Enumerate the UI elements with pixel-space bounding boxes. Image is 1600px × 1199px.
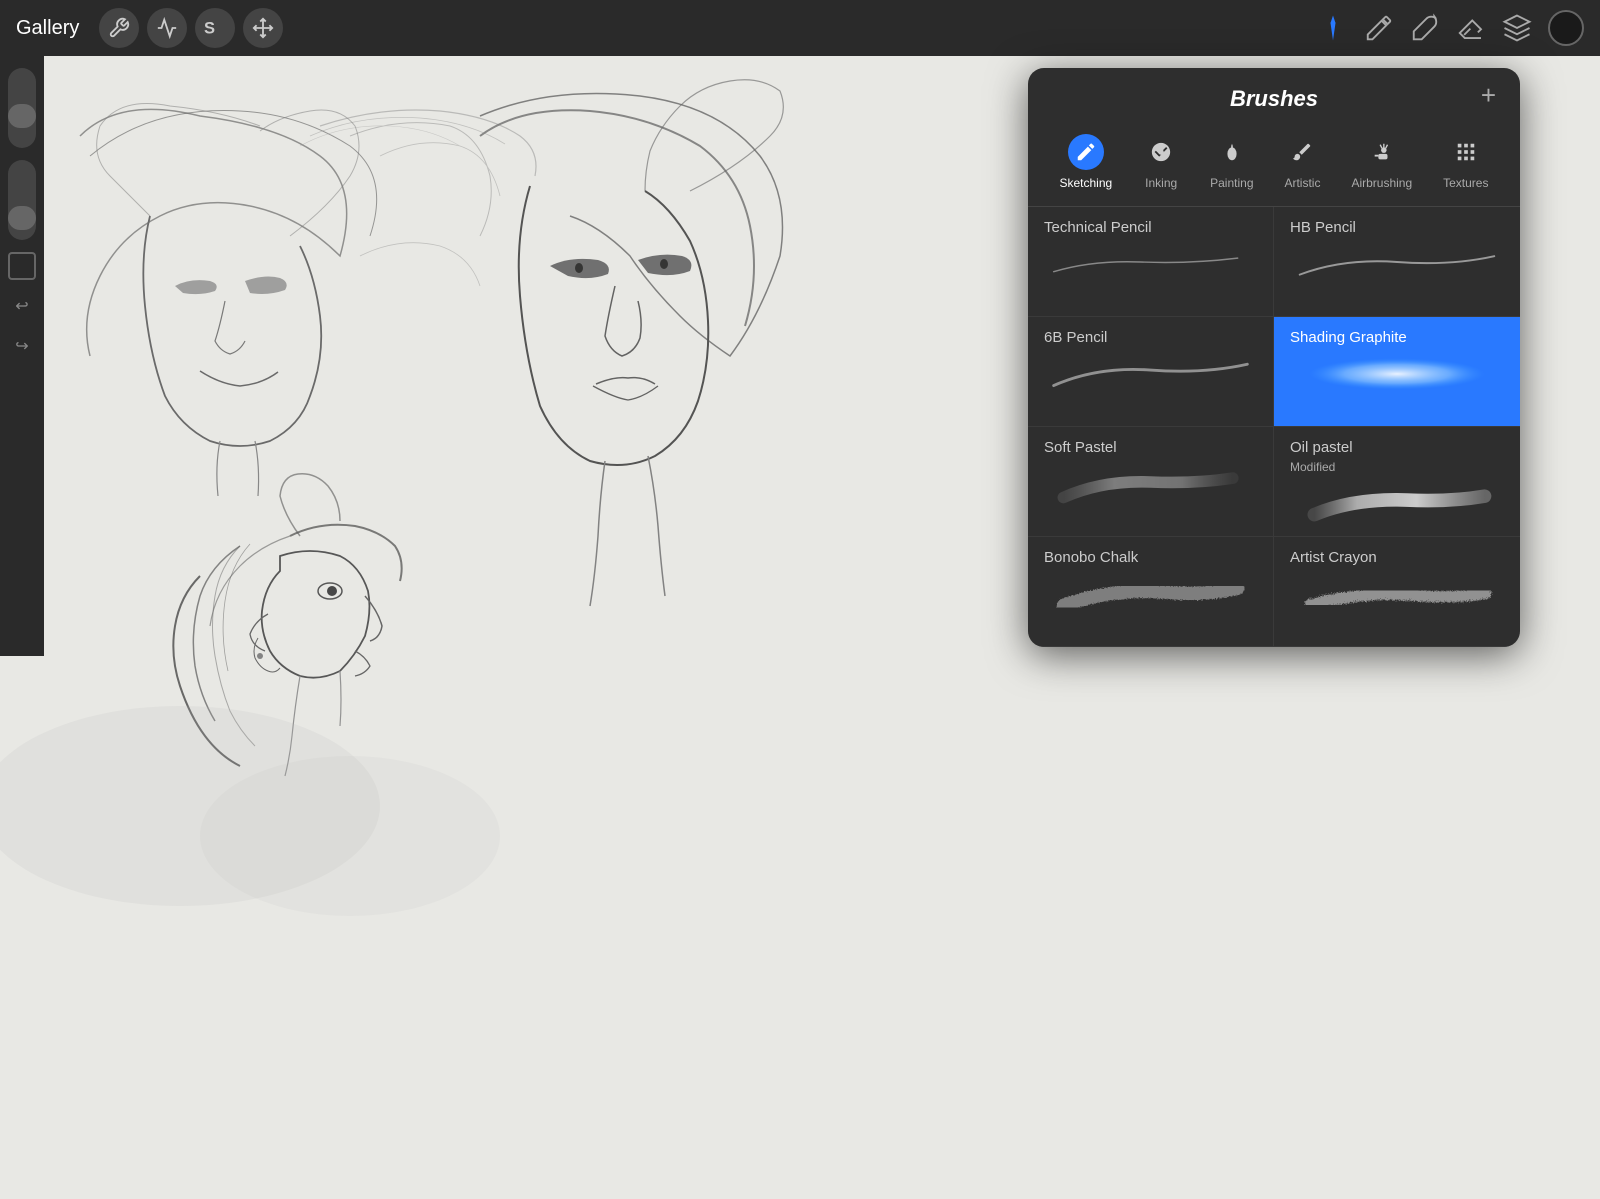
- 6b-pencil-stroke: [1044, 350, 1257, 394]
- left-sidebar: ↩ ↪: [0, 56, 44, 656]
- tab-textures[interactable]: Textures: [1435, 130, 1496, 194]
- brush-soft-pastel[interactable]: Soft Pastel: [1028, 427, 1274, 537]
- painting-label: Painting: [1210, 176, 1253, 190]
- tab-sketching[interactable]: Sketching: [1051, 130, 1120, 194]
- redo-arrow[interactable]: ↪: [8, 332, 36, 360]
- textures-icon: [1448, 134, 1484, 170]
- sketching-label: Sketching: [1059, 176, 1112, 190]
- airbrushing-label: Airbrushing: [1351, 176, 1412, 190]
- painting-icon: [1214, 134, 1250, 170]
- shading-graphite-stroke: [1290, 350, 1504, 394]
- pen-tool[interactable]: [1318, 13, 1348, 43]
- brush-size-thumb: [8, 104, 36, 128]
- tab-artistic[interactable]: Artistic: [1276, 130, 1328, 194]
- technical-pencil-stroke: [1044, 240, 1257, 284]
- color-picker[interactable]: [1548, 10, 1584, 46]
- category-tabs: Sketching Inking Painting Artistic: [1028, 122, 1520, 207]
- undo-arrow[interactable]: ↩: [8, 292, 36, 320]
- transform-icon[interactable]: [243, 8, 283, 48]
- opacity-slider[interactable]: [8, 160, 36, 240]
- layers-tool[interactable]: [1502, 13, 1532, 43]
- brushes-header: Brushes +: [1028, 68, 1520, 122]
- airbrushing-icon: [1364, 134, 1400, 170]
- tab-airbrushing[interactable]: Airbrushing: [1343, 130, 1420, 194]
- oil-pastel-stroke: [1290, 480, 1504, 524]
- artistic-icon: [1284, 134, 1320, 170]
- brush-oil-pastel[interactable]: Oil pastel Modified: [1274, 427, 1520, 537]
- brushes-panel: Brushes + Sketching Inking Painting: [1028, 68, 1520, 647]
- brush-tool[interactable]: [1364, 13, 1394, 43]
- brush-hb-pencil[interactable]: HB Pencil: [1274, 207, 1520, 317]
- undo-button[interactable]: [8, 252, 36, 280]
- smudge-tool[interactable]: [1410, 13, 1440, 43]
- artistic-label: Artistic: [1284, 176, 1320, 190]
- inking-label: Inking: [1145, 176, 1177, 190]
- gallery-button[interactable]: Gallery: [16, 17, 79, 40]
- sketching-icon: [1068, 134, 1104, 170]
- toolbar: Gallery S: [0, 0, 1600, 56]
- tab-painting[interactable]: Painting: [1202, 130, 1261, 194]
- svg-text:S: S: [204, 20, 215, 38]
- opacity-thumb: [8, 206, 36, 230]
- brush-artist-crayon[interactable]: Artist Crayon: [1274, 537, 1520, 647]
- brush-technical-pencil[interactable]: Technical Pencil: [1028, 207, 1274, 317]
- textures-label: Textures: [1443, 176, 1488, 190]
- inking-icon: [1143, 134, 1179, 170]
- brush-size-slider[interactable]: [8, 68, 36, 148]
- brush-list: Technical Pencil HB Pencil 6B Pencil: [1028, 207, 1520, 647]
- eraser-tool[interactable]: [1456, 13, 1486, 43]
- artist-crayon-stroke: [1290, 570, 1504, 614]
- brush-shading-graphite[interactable]: Shading Graphite: [1274, 317, 1520, 427]
- brush-6b-pencil[interactable]: 6B Pencil: [1028, 317, 1274, 427]
- adjust-icon[interactable]: [147, 8, 187, 48]
- tab-inking[interactable]: Inking: [1135, 130, 1187, 194]
- artwork-canvas: [0, 56, 980, 1199]
- hb-pencil-stroke: [1290, 240, 1504, 284]
- wrench-icon[interactable]: [99, 8, 139, 48]
- bonobo-chalk-stroke: [1044, 570, 1257, 614]
- add-brush-button[interactable]: +: [1481, 82, 1496, 108]
- selection-icon[interactable]: S: [195, 8, 235, 48]
- right-tools: [1318, 10, 1584, 46]
- brush-bonobo-chalk[interactable]: Bonobo Chalk: [1028, 537, 1274, 647]
- brushes-title: Brushes: [1230, 86, 1318, 112]
- soft-pastel-stroke: [1044, 460, 1257, 504]
